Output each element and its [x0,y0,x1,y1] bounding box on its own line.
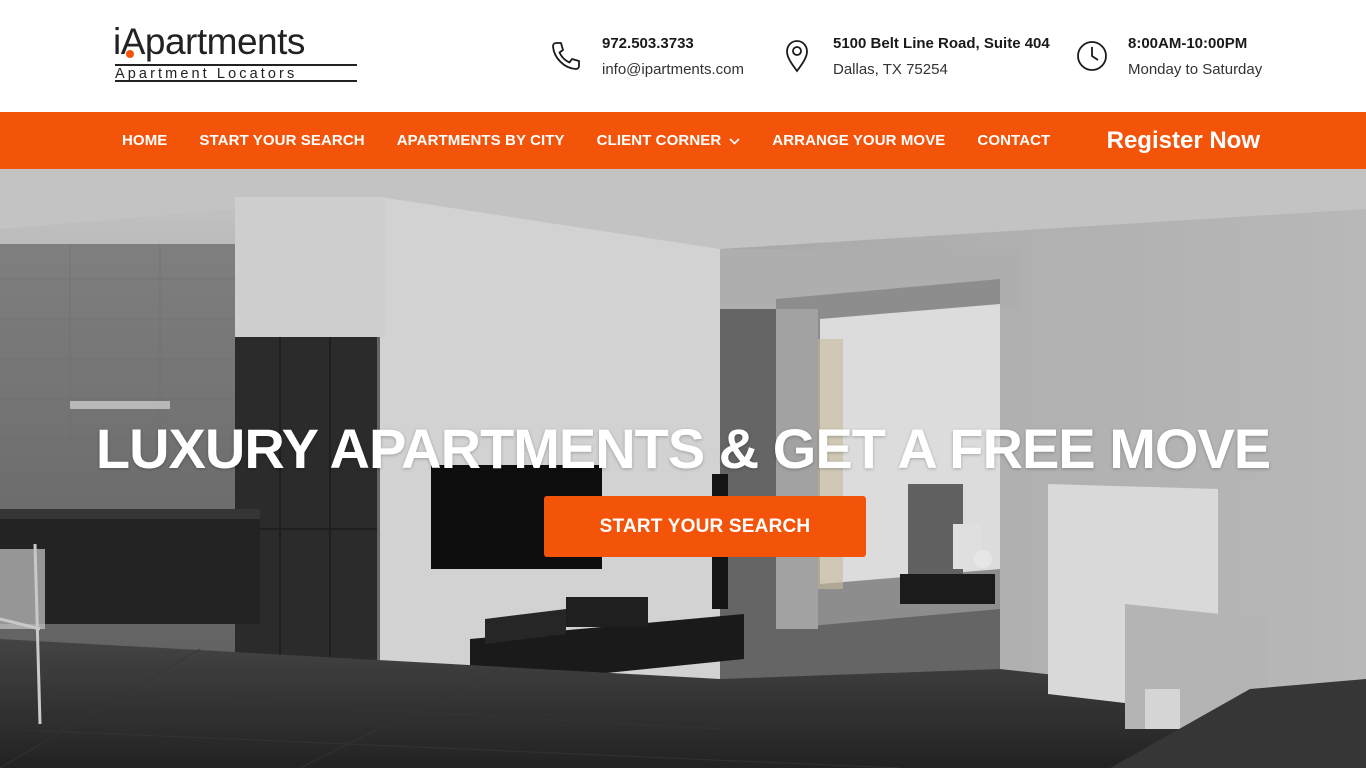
hero-title: LUXURY APARTMENTS & GET A FREE MOVE [95,417,1271,480]
clock-icon [1075,39,1109,73]
hero-section: LUXURY APARTMENTS & GET A FREE MOVE STAR… [0,169,1366,768]
contact-address-block: 5100 Belt Line Road, Suite 404 Dallas, T… [782,34,1052,82]
nav-client-corner-label: CLIENT CORNER [596,132,722,149]
nav-contact[interactable]: CONTACT [977,132,1050,149]
main-nav: HOME START YOUR SEARCH APARTMENTS BY CIT… [122,112,1082,169]
hours-days: Monday to Saturday [1128,61,1263,78]
hours-time: 8:00AM-10:00PM [1128,35,1248,52]
phone-icon [549,39,583,73]
site-logo[interactable]: iApartments Apartment Locators [113,22,359,82]
nav-start-your-search[interactable]: START YOUR SEARCH [199,132,364,149]
nav-arrange-your-move[interactable]: ARRANGE YOUR MOVE [772,132,945,149]
nav-contact-label: CONTACT [977,132,1051,149]
address-line-2: Dallas, TX 75254 [833,61,948,78]
nav-client-corner[interactable]: CLIENT CORNER [597,132,741,149]
address-line-1: 5100 Belt Line Road, Suite 404 [833,35,1050,52]
nav-apartments-by-city[interactable]: APARTMENTS BY CITY [397,132,565,149]
contact-hours-block: 8:00AM-10:00PM Monday to Saturday [1075,34,1275,82]
logo-accent-dot [126,50,134,58]
nav-home[interactable]: HOME [122,132,167,149]
hero-start-search-button[interactable]: START YOUR SEARCH [544,496,866,557]
register-now-button[interactable]: Register Now [1107,112,1260,169]
chevron-down-icon [729,137,740,145]
logo-divider-bottom [115,80,357,82]
nav-start-your-search-label: START YOUR SEARCH [199,132,365,149]
nav-arrange-your-move-label: ARRANGE YOUR MOVE [772,132,946,149]
main-nav-bar: HOME START YOUR SEARCH APARTMENTS BY CIT… [0,112,1366,169]
email-address[interactable]: info@ipartments.com [602,60,744,80]
logo-wordmark: iApartments [113,21,305,62]
contact-phone-block: 972.503.3733 info@ipartments.com [549,34,759,82]
site-header: iApartments Apartment Locators 972.503.3… [0,0,1366,112]
nav-apartments-by-city-label: APARTMENTS BY CITY [396,132,565,149]
map-pin-icon [782,39,816,73]
phone-number[interactable]: 972.503.3733 [602,34,694,54]
nav-home-label: HOME [122,132,168,149]
